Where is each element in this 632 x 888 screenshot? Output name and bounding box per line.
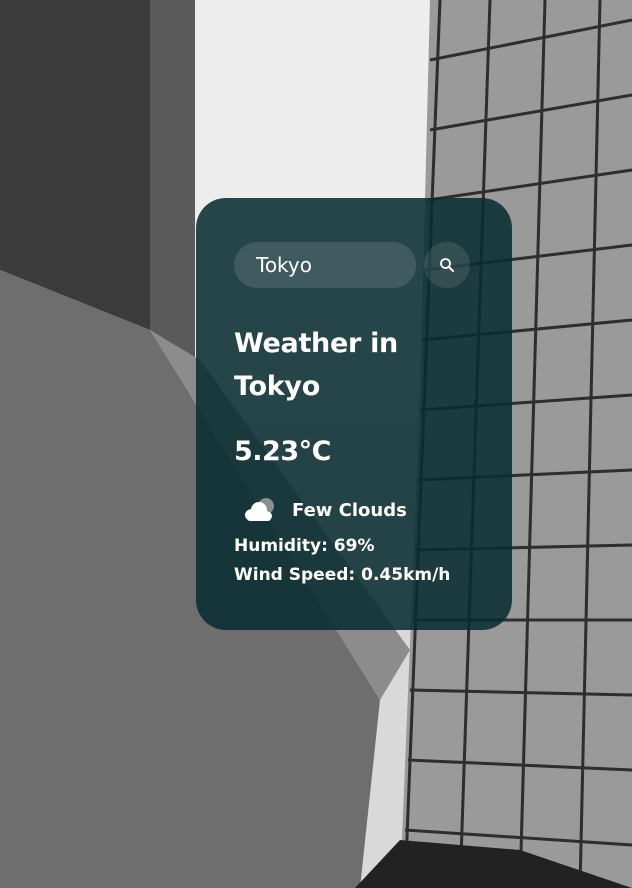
page-title: Weather in Tokyo bbox=[234, 328, 398, 402]
search-bar bbox=[234, 242, 474, 288]
cloud-icon bbox=[245, 498, 274, 521]
humidity-label: Humidity: 69% bbox=[234, 536, 375, 556]
search-input[interactable] bbox=[234, 242, 416, 288]
wind-speed-label: Wind Speed: 0.45km/h bbox=[234, 565, 451, 585]
temperature-value: 5.23°C bbox=[234, 436, 331, 467]
search-icon bbox=[440, 258, 454, 272]
condition-label: Few Clouds bbox=[292, 499, 407, 521]
search-button[interactable] bbox=[424, 242, 470, 288]
condition-row: Few Clouds bbox=[234, 493, 474, 527]
weather-card: Weather in Tokyo 5.23°C Few Clouds Humid… bbox=[196, 198, 512, 630]
